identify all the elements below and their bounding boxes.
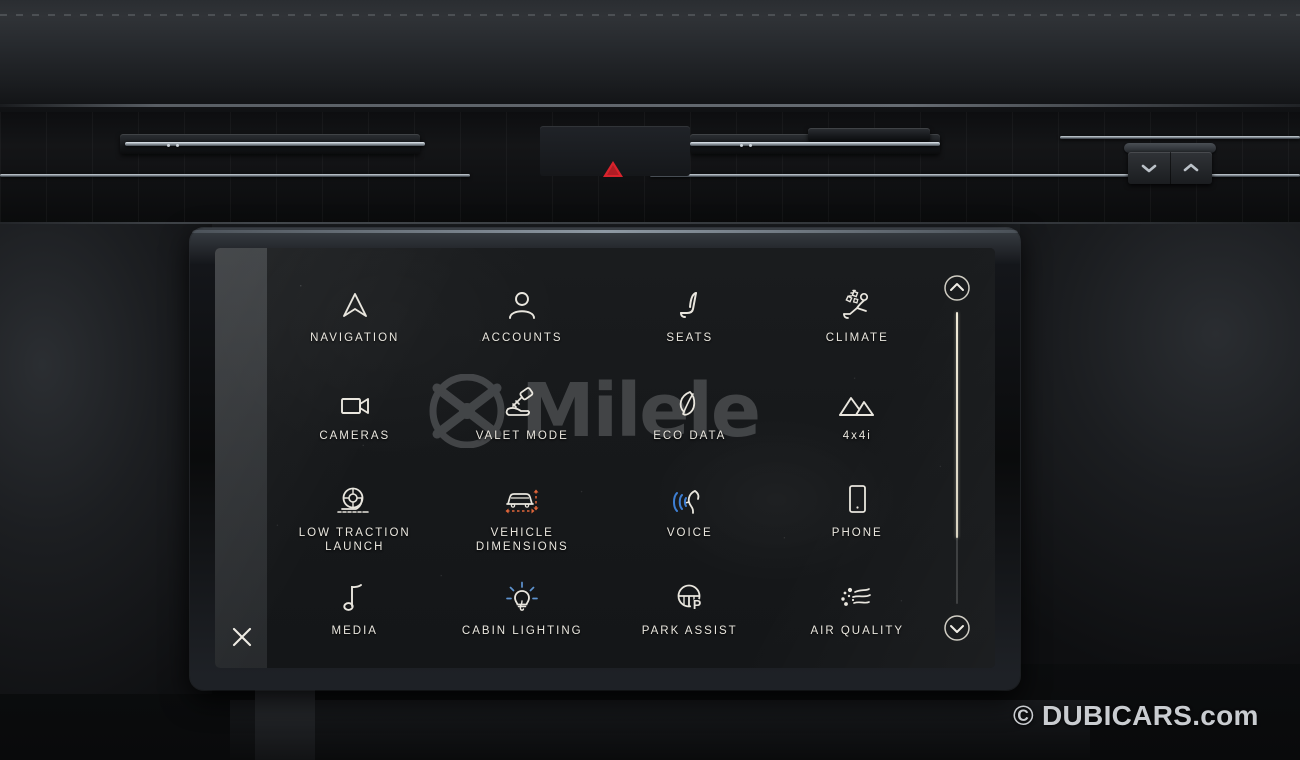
menu-tile-cabin-lighting[interactable]: CABIN LIGHTING bbox=[439, 561, 607, 659]
dash-leather-right bbox=[1020, 224, 1300, 664]
menu-tile-label: 4x4i bbox=[842, 429, 872, 442]
menu-tile-label: MEDIA bbox=[331, 624, 378, 637]
svg-text:P: P bbox=[693, 598, 701, 612]
seat-climate-button-pad bbox=[1128, 152, 1212, 184]
chevron-up-circle-icon bbox=[944, 275, 970, 301]
menu-tile-label: LOW TRACTION LAUNCH bbox=[298, 527, 411, 553]
voice-speaking-head-icon bbox=[671, 475, 709, 517]
menu-tile-4x4i[interactable]: 4x4i bbox=[774, 366, 942, 464]
screen-pedestal bbox=[255, 690, 315, 760]
menu-tile-label: NAVIGATION bbox=[310, 332, 400, 344]
menu-tile-eco-data[interactable]: ECO DATA bbox=[606, 366, 774, 464]
phone-handset-icon bbox=[843, 475, 871, 517]
navigation-arrow-icon bbox=[338, 280, 372, 322]
chevron-up-button[interactable] bbox=[1170, 152, 1212, 184]
scroll-down-button[interactable] bbox=[941, 612, 973, 644]
car-dimensions-icon bbox=[502, 475, 542, 517]
menu-tile-park-assist[interactable]: P PARK ASSIST bbox=[606, 561, 774, 659]
vent-chrome-lower-left bbox=[0, 174, 470, 177]
menu-tile-seats[interactable]: SEATS bbox=[606, 268, 774, 366]
light-bulb-icon bbox=[505, 573, 539, 615]
close-button[interactable] bbox=[225, 620, 259, 654]
vent-chrome-far-right bbox=[1060, 136, 1300, 139]
menu-tile-valet-mode[interactable]: VALET MODE bbox=[439, 366, 607, 464]
vent-chrome-trim-left bbox=[125, 142, 425, 146]
menu-tile-low-traction-launch[interactable]: LOW TRACTION LAUNCH bbox=[271, 463, 439, 561]
menu-tile-label: VEHICLE DIMENSIONS bbox=[475, 527, 569, 553]
infotainment-screen-bezel: Milele NAVIGATION ACCOUNTS SEATS CLIMATE… bbox=[190, 228, 1020, 690]
menu-tile-label: PHONE bbox=[831, 527, 883, 539]
vent-pivot-dot bbox=[749, 144, 752, 147]
menu-tile-navigation[interactable]: NAVIGATION bbox=[271, 268, 439, 366]
vent-blade-right-upper[interactable] bbox=[808, 128, 930, 142]
center-console bbox=[230, 700, 1090, 760]
dubicars-watermark: © DUBICARS.com bbox=[1013, 700, 1259, 731]
menu-tile-media[interactable]: MEDIA bbox=[271, 561, 439, 659]
menu-tile-voice[interactable]: VOICE bbox=[606, 463, 774, 561]
menu-tile-label: ECO DATA bbox=[653, 429, 727, 442]
tire-traction-icon bbox=[336, 475, 374, 517]
scrollbar-track[interactable] bbox=[956, 312, 958, 604]
menu-tile-label: CAMERAS bbox=[319, 429, 391, 442]
dash-upper-pad bbox=[0, 0, 1300, 118]
vent-chrome-trim-right bbox=[690, 142, 940, 146]
leather-stitching bbox=[0, 14, 1300, 16]
menu-tile-label: AIR QUALITY bbox=[810, 624, 905, 637]
menu-tile-vehicle-dimensions[interactable]: VEHICLE DIMENSIONS bbox=[439, 463, 607, 561]
seat-icon bbox=[673, 280, 707, 322]
menu-tile-label: VOICE bbox=[666, 527, 713, 539]
dash-leather-left bbox=[0, 224, 212, 694]
steering-wheel-p-icon: P bbox=[673, 573, 707, 615]
air-particles-icon bbox=[837, 573, 877, 615]
video-camera-icon bbox=[337, 378, 373, 420]
vent-pivot-dot bbox=[167, 144, 170, 147]
mountains-icon bbox=[837, 378, 877, 420]
menu-tile-label: CABIN LIGHTING bbox=[461, 624, 583, 637]
person-icon bbox=[505, 280, 539, 322]
hazard-warning-button[interactable] bbox=[601, 159, 625, 179]
chevron-up-icon bbox=[1183, 163, 1199, 172]
menu-tile-label: ACCOUNTS bbox=[481, 332, 563, 344]
chevron-down-icon bbox=[1141, 164, 1157, 173]
menu-tile-label: VALET MODE bbox=[475, 429, 569, 442]
scrollbar-thumb[interactable] bbox=[956, 312, 958, 538]
menu-tile-air-quality[interactable]: AIR QUALITY bbox=[774, 561, 942, 659]
climate-seated-airflow-icon bbox=[839, 280, 875, 322]
infotainment-screen[interactable]: Milele NAVIGATION ACCOUNTS SEATS CLIMATE… bbox=[215, 248, 995, 668]
vent-pivot-dot bbox=[176, 144, 179, 147]
key-handover-icon bbox=[504, 378, 540, 420]
menu-tile-label: PARK ASSIST bbox=[641, 624, 738, 637]
leaf-icon bbox=[674, 378, 706, 420]
scroll-up-button[interactable] bbox=[941, 272, 973, 304]
menu-tile-accounts[interactable]: ACCOUNTS bbox=[439, 268, 607, 366]
close-icon bbox=[232, 627, 252, 647]
menu-tile-phone[interactable]: PHONE bbox=[774, 463, 942, 561]
menu-tile-cameras[interactable]: CAMERAS bbox=[271, 366, 439, 464]
vent-pivot-dot bbox=[740, 144, 743, 147]
screenshot-stage: Milele NAVIGATION ACCOUNTS SEATS CLIMATE… bbox=[0, 0, 1300, 760]
music-note-icon bbox=[341, 573, 369, 615]
menu-tile-label: CLIMATE bbox=[825, 332, 889, 344]
chevron-down-button[interactable] bbox=[1128, 152, 1171, 184]
screen-side-rail bbox=[215, 248, 267, 668]
hazard-triangle-icon bbox=[603, 161, 623, 177]
chevron-down-circle-icon bbox=[944, 615, 970, 641]
menu-tile-climate[interactable]: CLIMATE bbox=[774, 268, 942, 366]
menu-tile-label: SEATS bbox=[666, 332, 714, 344]
home-menu-grid: NAVIGATION ACCOUNTS SEATS CLIMATE CAMERA… bbox=[271, 268, 941, 658]
